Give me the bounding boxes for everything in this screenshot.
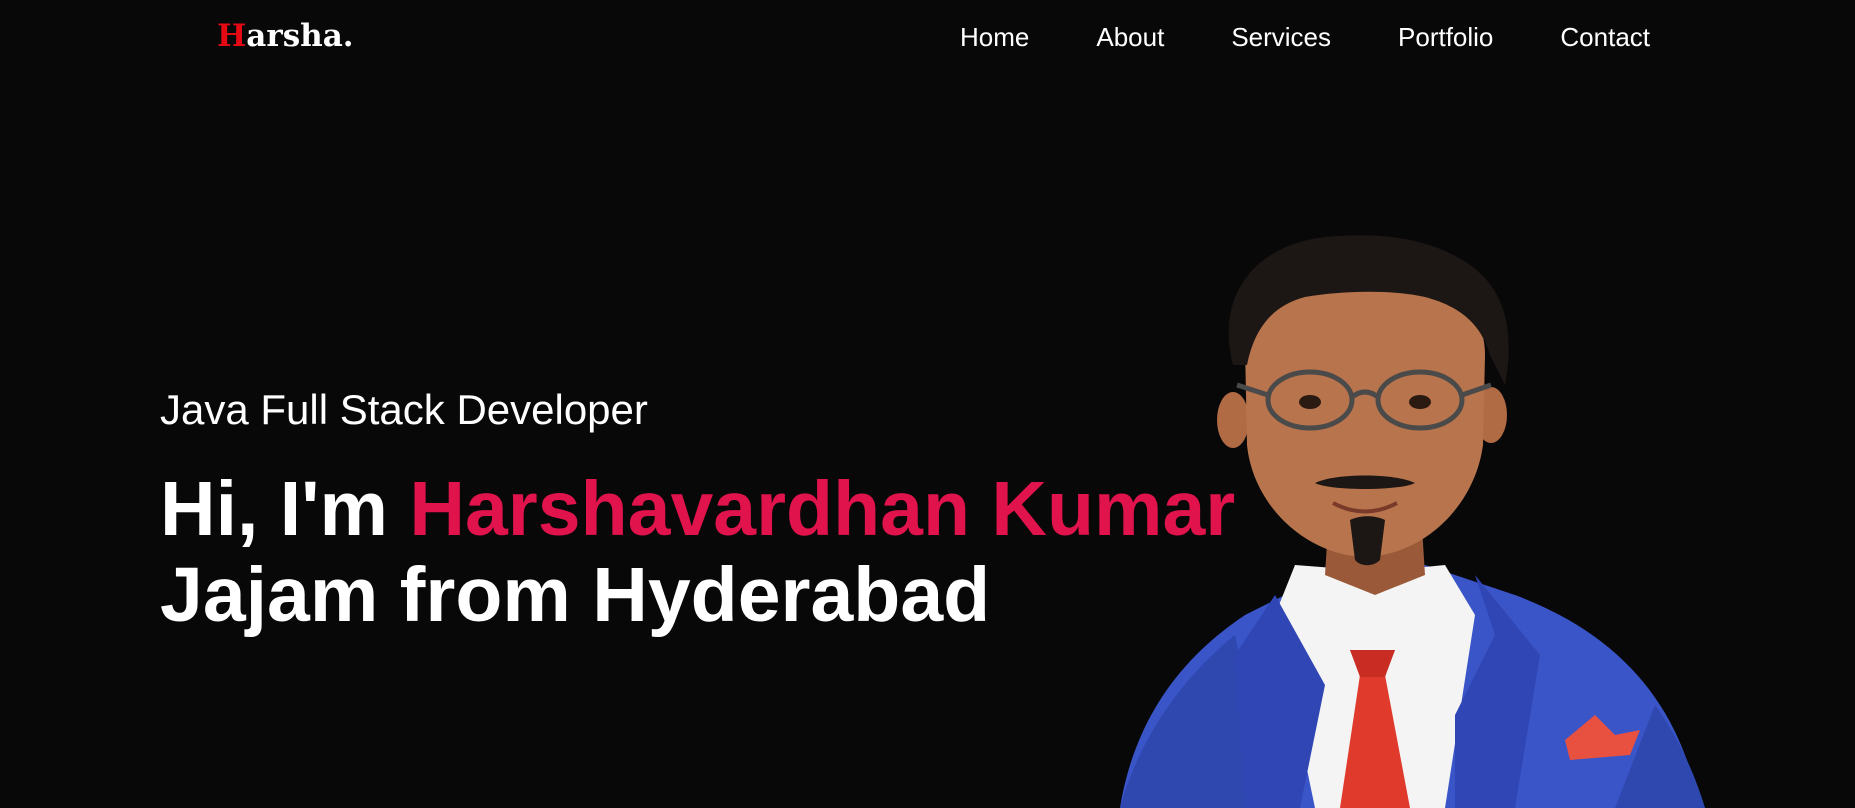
nav-link-portfolio[interactable]: Portfolio [1398, 20, 1493, 54]
nav-link-contact[interactable]: Contact [1560, 20, 1650, 54]
hero-headline: Hi, I'm Harshavardhan Kumar Jajam from H… [160, 466, 1235, 638]
person-portrait-icon [1120, 235, 1705, 808]
logo-text: arsha. [246, 18, 354, 54]
hero-greeting: Hi, I'm [160, 466, 410, 552]
hero-name-rest: Jajam from Hyderabad [160, 552, 991, 638]
nav-links: Home About Services Portfolio Contact [960, 20, 1650, 54]
logo-accent-letter: H [217, 18, 247, 54]
logo[interactable]: Harsha. [217, 16, 354, 56]
hero-role: Java Full Stack Developer [160, 386, 648, 433]
nav-link-home[interactable]: Home [960, 20, 1029, 54]
navbar: Harsha. Home About Services Portfolio Co… [0, 0, 1855, 76]
nav-link-about[interactable]: About [1096, 20, 1164, 54]
nav-link-services[interactable]: Services [1231, 20, 1331, 54]
